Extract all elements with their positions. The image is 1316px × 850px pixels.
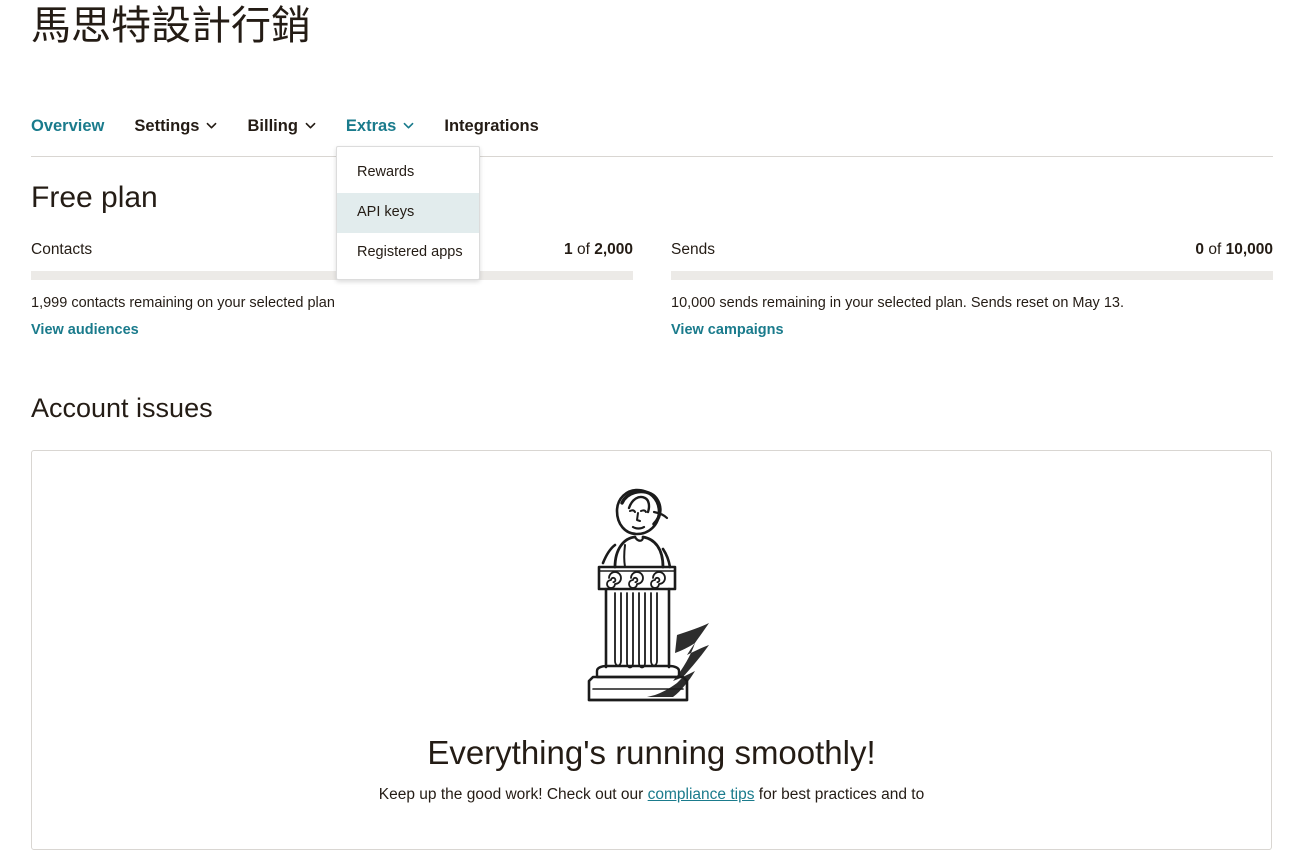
meter-sends-label: Sends (671, 241, 715, 258)
dropdown-item-api-keys-label: API keys (357, 203, 415, 220)
dropdown-item-registered-apps[interactable]: Registered apps (337, 233, 479, 273)
nav-item-integrations-label: Integrations (444, 116, 539, 135)
meter-contacts: Contacts 1 of 2,000 1,999 contacts remai… (31, 240, 633, 339)
primary-nav: Overview Settings Billing Extras Integra… (0, 110, 1316, 142)
nav-item-extras-label: Extras (345, 116, 397, 135)
nav-item-overview[interactable]: Overview (31, 118, 104, 135)
nav-item-integrations[interactable]: Integrations (444, 118, 538, 135)
nav-item-billing-label: Billing (247, 116, 298, 135)
meter-sends-used: 0 (1195, 241, 1205, 258)
account-issues-subtext-before: Keep up the good work! Check out our (378, 785, 648, 803)
account-issues-subtext-after: for best practices and to (754, 785, 925, 803)
meter-sends-of: of (1208, 241, 1222, 258)
primary-nav-wrapper: Overview Settings Billing Extras Integra… (0, 110, 1316, 157)
nav-item-overview-label: Overview (31, 116, 105, 135)
dropdown-item-rewards[interactable]: Rewards (337, 153, 479, 193)
chevron-down-icon (305, 120, 316, 131)
account-name-title: 馬思特設計行銷 (31, 3, 311, 49)
meter-sends-count: 0 of 10,000 (1195, 240, 1273, 260)
view-audiences-link[interactable]: View audiences (31, 322, 139, 338)
nav-item-extras[interactable]: Extras (346, 118, 414, 135)
dropdown-item-api-keys[interactable]: API keys (337, 192, 479, 233)
meter-sends-progressbar (671, 271, 1273, 281)
chevron-down-icon (403, 120, 414, 131)
meter-contacts-total: 2,000 (594, 241, 633, 258)
dropdown-item-rewards-label: Rewards (357, 164, 415, 180)
meter-sends-head: Sends 0 of 10,000 (671, 240, 1273, 260)
meter-contacts-note: 1,999 contacts remaining on your selecte… (31, 295, 335, 312)
account-issues-title: Account issues (31, 393, 213, 423)
meter-contacts-used: 1 (564, 241, 573, 258)
account-issues-card: Everything's running smoothly! Keep up t… (31, 450, 1272, 850)
account-issues-subtext: Keep up the good work! Check out our com… (379, 784, 924, 806)
meter-sends: Sends 0 of 10,000 10,000 sends remaining… (671, 240, 1273, 339)
plan-title: Free plan (31, 181, 158, 214)
dropdown-item-registered-apps-label: Registered apps (357, 243, 463, 260)
nav-item-settings-label: Settings (134, 116, 200, 135)
extras-dropdown-menu: Rewards API keys Registered apps (336, 146, 480, 280)
nav-item-billing[interactable]: Billing (247, 116, 316, 135)
view-campaigns-link[interactable]: View campaigns (671, 322, 784, 338)
plan-meters: Contacts 1 of 2,000 1,999 contacts remai… (31, 240, 1273, 339)
meter-contacts-head: Contacts 1 of 2,000 (31, 240, 633, 260)
meter-contacts-count: 1 of 2,000 (564, 240, 633, 260)
compliance-tips-link[interactable]: compliance tips (648, 786, 755, 803)
meter-contacts-progressbar (31, 271, 633, 281)
statue-on-column-illustration (577, 485, 727, 725)
meter-contacts-of: of (576, 241, 590, 258)
meter-contacts-label: Contacts (31, 241, 93, 258)
nav-item-settings[interactable]: Settings (134, 118, 217, 135)
meter-sends-note: 10,000 sends remaining in your selected … (671, 295, 1124, 312)
nav-divider (31, 156, 1273, 157)
meter-sends-total: 10,000 (1225, 241, 1273, 258)
account-issues-heading: Everything's running smoothly! (427, 734, 876, 771)
chevron-down-icon (206, 120, 217, 131)
